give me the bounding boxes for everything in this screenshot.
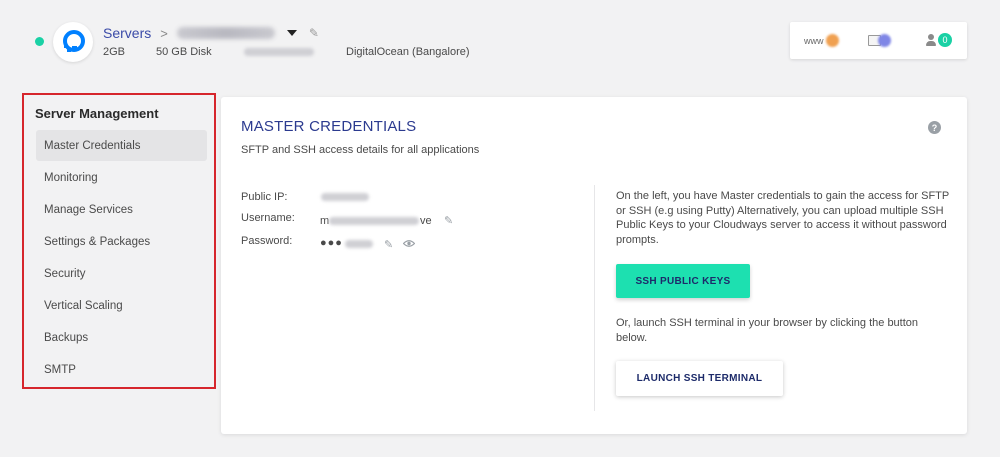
team-shortcut[interactable]: 0: [926, 33, 952, 47]
ssh-info-text: On the left, you have Master credentials…: [616, 190, 950, 246]
sidebar-item-manage-services[interactable]: Manage Services: [36, 194, 207, 225]
sidebar-item-master-credentials[interactable]: Master Credentials: [36, 130, 207, 161]
help-icon[interactable]: ?: [928, 121, 941, 134]
server-name[interactable]: [176, 27, 275, 39]
launch-ssh-terminal-button[interactable]: LAUNCH SSH TERMINAL: [616, 361, 783, 396]
password-value: [345, 240, 373, 248]
sidebar-item-smtp[interactable]: SMTP: [36, 354, 207, 385]
sidebar-item-security[interactable]: Security: [36, 258, 207, 289]
sidebar-item-monitoring[interactable]: Monitoring: [36, 162, 207, 193]
server-management-sidebar: Server Management Master Credentials Mon…: [22, 93, 216, 389]
breadcrumb-separator: >: [160, 25, 168, 41]
edit-password-icon[interactable]: ✎: [384, 238, 393, 251]
public-ip-value: [321, 193, 369, 201]
files-status-icon: [878, 34, 891, 47]
username-label: Username:: [241, 212, 295, 224]
server-location: DigitalOcean (Bangalore): [346, 46, 470, 58]
files-shortcut[interactable]: [868, 34, 891, 47]
server-details: 2GB 50 GB Disk DigitalOcean (Bangalore): [103, 45, 470, 59]
server-ip: [244, 48, 314, 56]
page-title: MASTER CREDENTIALS: [241, 118, 417, 135]
username-prefix: m: [320, 215, 330, 227]
page-subtitle: SFTP and SSH access details for all appl…: [241, 144, 480, 156]
username-suffix: ve: [420, 215, 432, 227]
www-label: www: [804, 35, 824, 46]
sidebar-item-settings-packages[interactable]: Settings & Packages: [36, 226, 207, 257]
user-icon: [926, 34, 936, 46]
edit-server-name-icon[interactable]: ✎: [309, 26, 319, 40]
breadcrumb-servers-link[interactable]: Servers: [103, 25, 151, 41]
password-label: Password:: [241, 235, 293, 247]
team-count-badge: 0: [938, 33, 952, 47]
server-switch-dropdown-icon[interactable]: [286, 30, 297, 36]
column-divider: [594, 185, 595, 411]
password-mask: ●●●: [320, 237, 343, 249]
public-ip-label: Public IP:: [241, 191, 288, 203]
digitalocean-logo-icon: [53, 22, 93, 62]
master-credentials-card: MASTER CREDENTIALS SFTP and SSH access d…: [221, 97, 967, 434]
sidebar-item-vertical-scaling[interactable]: Vertical Scaling: [36, 290, 207, 321]
show-password-icon[interactable]: [402, 239, 416, 251]
server-disk: 50 GB Disk: [156, 46, 212, 58]
username-value: [329, 217, 419, 225]
www-status-icon: [825, 34, 839, 47]
www-shortcut[interactable]: www: [804, 34, 839, 47]
utility-bar: www 0: [790, 22, 967, 59]
server-ram: 2GB: [103, 46, 126, 58]
ssh-public-keys-button[interactable]: SSH PUBLIC KEYS: [616, 264, 750, 298]
edit-username-icon[interactable]: ✎: [444, 214, 453, 227]
terminal-info-text: Or, launch SSH terminal in your browser …: [616, 317, 919, 344]
sidebar-item-backups[interactable]: Backups: [36, 322, 207, 353]
breadcrumb: Servers > ✎: [103, 24, 319, 42]
sidebar-title: Server Management: [35, 106, 159, 121]
server-status-dot: [35, 37, 44, 46]
